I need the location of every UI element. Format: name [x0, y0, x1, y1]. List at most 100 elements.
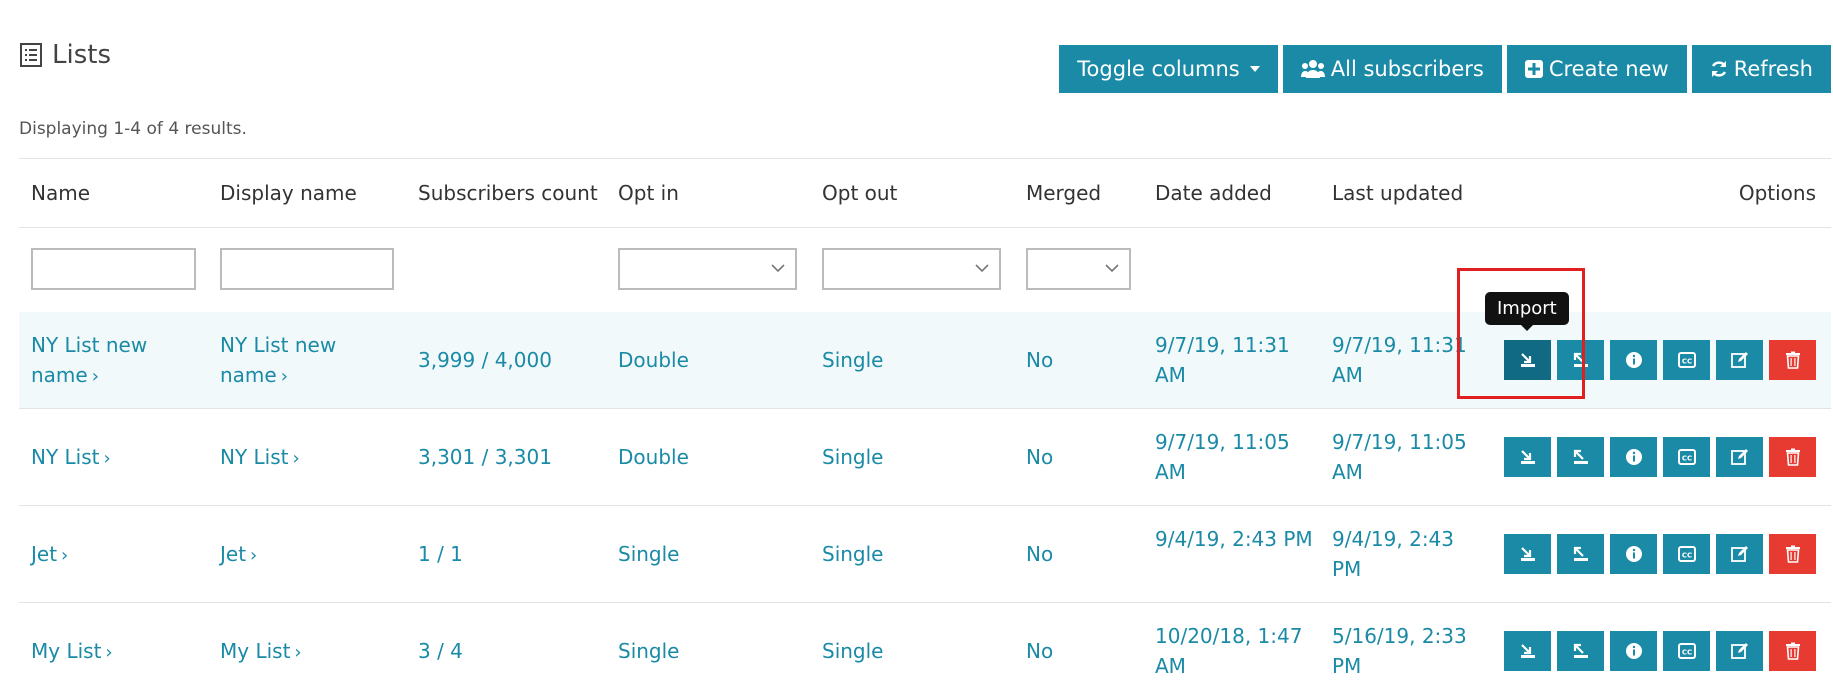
- display-name-link-text: NY List new name: [220, 333, 337, 387]
- info-button[interactable]: [1610, 631, 1657, 671]
- highlight-box: [1457, 268, 1585, 399]
- name-filter-input[interactable]: [31, 248, 196, 290]
- info-button[interactable]: [1610, 340, 1657, 380]
- edit-button[interactable]: [1716, 437, 1763, 477]
- toggle-columns-label: Toggle columns: [1077, 57, 1240, 81]
- refresh-icon: [1711, 61, 1726, 77]
- opt-out-value-text: Single: [822, 348, 884, 372]
- chevron-right-icon: ›: [280, 366, 288, 387]
- edit-button[interactable]: [1716, 340, 1763, 380]
- chevron-down-icon: [771, 264, 785, 273]
- info-icon: [1625, 643, 1642, 659]
- svg-text:CC: CC: [1681, 358, 1691, 366]
- plus-square-icon: [1524, 60, 1543, 78]
- refresh-button[interactable]: Refresh: [1691, 45, 1831, 93]
- merged-value-text: No: [1026, 348, 1054, 372]
- export-button[interactable]: [1557, 534, 1604, 574]
- display-name-link[interactable]: NY List ›: [220, 442, 390, 474]
- display-name-link[interactable]: Jet ›: [220, 539, 390, 571]
- name-link-text: Jet: [31, 542, 58, 566]
- trash-icon: [1785, 351, 1800, 369]
- opt-out-value-text: Single: [822, 639, 884, 663]
- name-link[interactable]: NY List new name ›: [31, 330, 201, 392]
- column-header-name[interactable]: Name: [31, 181, 90, 205]
- opt-in-value-text: Single: [618, 639, 680, 663]
- display-name-link[interactable]: My List ›: [220, 636, 390, 668]
- info-button[interactable]: [1610, 437, 1657, 477]
- merged-value-text: No: [1026, 639, 1054, 663]
- import-button[interactable]: [1504, 437, 1551, 477]
- import-button[interactable]: [1504, 534, 1551, 574]
- column-header-options: Options: [1738, 181, 1816, 205]
- subscribers-count[interactable]: 3 / 4: [418, 636, 618, 666]
- chevron-right-icon: ›: [294, 642, 302, 663]
- merged-value: No: [1026, 539, 1126, 569]
- name-link[interactable]: My List ›: [31, 636, 201, 668]
- opt-out-value-text: Single: [822, 542, 884, 566]
- subscribers-count[interactable]: 1 / 1: [418, 539, 618, 569]
- delete-button[interactable]: [1769, 340, 1816, 380]
- users-icon: [1300, 60, 1325, 78]
- cc-button[interactable]: CC: [1663, 340, 1710, 380]
- all-subscribers-button[interactable]: All subscribers: [1282, 45, 1502, 93]
- export-button[interactable]: [1557, 437, 1604, 477]
- toggle-columns-button[interactable]: Toggle columns: [1059, 45, 1278, 93]
- import-button[interactable]: [1504, 631, 1551, 671]
- opt-in-value-text: Double: [618, 445, 689, 469]
- info-icon: [1625, 352, 1642, 368]
- column-header-display-name[interactable]: Display name: [220, 181, 357, 205]
- delete-button[interactable]: [1769, 534, 1816, 574]
- date-added-value-text: 9/7/19, 11:05 AM: [1155, 430, 1290, 484]
- cc-icon: CC: [1677, 643, 1696, 659]
- cc-button[interactable]: CC: [1663, 631, 1710, 671]
- trash-icon: [1785, 545, 1800, 563]
- merged-value-text: No: [1026, 542, 1054, 566]
- import-icon: [1520, 547, 1535, 561]
- cc-button[interactable]: CC: [1663, 437, 1710, 477]
- merged-value-text: No: [1026, 445, 1054, 469]
- cc-button[interactable]: CC: [1663, 534, 1710, 574]
- import-icon: [1520, 644, 1535, 658]
- edit-button[interactable]: [1716, 534, 1763, 574]
- merged-filter-select[interactable]: [1026, 248, 1131, 290]
- info-button[interactable]: [1610, 534, 1657, 574]
- opt-out-filter-select[interactable]: [822, 248, 1001, 290]
- subscribers-count-text: 1 / 1: [418, 542, 463, 566]
- subscribers-count[interactable]: 3,301 / 3,301: [418, 442, 618, 472]
- display-name-filter-input[interactable]: [220, 248, 394, 290]
- edit-button[interactable]: [1716, 631, 1763, 671]
- delete-button[interactable]: [1769, 631, 1816, 671]
- cc-icon: CC: [1677, 352, 1696, 368]
- display-name-link[interactable]: NY List new name ›: [220, 330, 390, 392]
- column-header-date-added[interactable]: Date added: [1155, 181, 1272, 205]
- column-header-opt-in[interactable]: Opt in: [618, 181, 679, 205]
- column-header-subscribers-count[interactable]: Subscribers count: [418, 181, 598, 205]
- subscribers-count[interactable]: 3,999 / 4,000: [418, 345, 618, 375]
- name-link[interactable]: NY List ›: [31, 442, 201, 474]
- display-name-link-text: NY List: [220, 445, 289, 469]
- row-options: CC: [1504, 534, 1816, 574]
- opt-in-value-text: Double: [618, 348, 689, 372]
- date-added-value: 9/4/19, 2:43 PM: [1155, 524, 1320, 554]
- chevron-right-icon: ›: [91, 366, 99, 387]
- chevron-right-icon: ›: [103, 448, 111, 469]
- subscribers-count-text: 3,999 / 4,000: [418, 348, 552, 372]
- column-header-merged[interactable]: Merged: [1026, 181, 1101, 205]
- page-title: Lists: [52, 40, 111, 70]
- column-header-opt-out[interactable]: Opt out: [822, 181, 897, 205]
- create-new-button[interactable]: Create new: [1506, 45, 1687, 93]
- delete-button[interactable]: [1769, 437, 1816, 477]
- svg-text:CC: CC: [1681, 649, 1691, 657]
- date-added-value-text: 10/20/18, 1:47 AM: [1155, 624, 1303, 678]
- column-header-last-updated[interactable]: Last updated: [1332, 181, 1463, 205]
- opt-in-filter-select[interactable]: [618, 248, 797, 290]
- results-summary: Displaying 1-4 of 4 results.: [19, 119, 247, 139]
- export-button[interactable]: [1557, 631, 1604, 671]
- opt-out-value: Single: [822, 345, 1002, 375]
- name-link-text: NY List new name: [31, 333, 148, 387]
- chevron-right-icon: ›: [292, 448, 300, 469]
- opt-in-value: Double: [618, 345, 798, 375]
- name-link[interactable]: Jet ›: [31, 539, 201, 571]
- chevron-down-icon: [1105, 264, 1119, 273]
- opt-out-value: Single: [822, 539, 1002, 569]
